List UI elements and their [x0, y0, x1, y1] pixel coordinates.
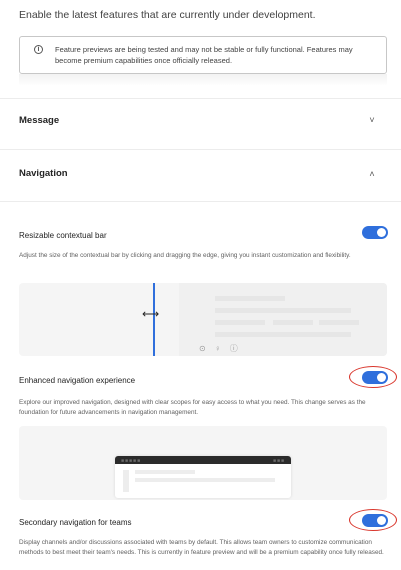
placeholder-rail — [123, 470, 129, 492]
notice-separator — [19, 74, 387, 86]
setting-title-enhanced-navigation: Enhanced navigation experience — [19, 376, 136, 385]
placeholder-line — [215, 296, 285, 301]
toggle-knob — [377, 228, 386, 237]
enhanced-navigation-preview: ■■■■■ ■■■ — [19, 426, 387, 500]
setting-description: Display channels and/or discussions asso… — [19, 539, 384, 556]
section-title: Navigation — [19, 168, 68, 179]
setting-title-resizable-bar: Resizable contextual bar — [19, 231, 107, 240]
chevron-down-icon: ˅ — [369, 115, 375, 125]
chevron-up-icon: ˄ — [369, 169, 375, 179]
preview-dots: ■■■ — [272, 458, 285, 464]
resizable-bar-preview: ⟷ ⊙♀ⓘ — [19, 283, 387, 356]
section-title: Message — [19, 115, 60, 126]
placeholder-line — [215, 320, 265, 325]
notice-text: Feature previews are being tested and ma… — [55, 45, 353, 65]
resizable-bar-toggle[interactable] — [362, 226, 388, 239]
preview-title-bar: ■■■■■ ■■■ — [115, 456, 291, 464]
placeholder-line — [215, 332, 351, 337]
divider — [0, 149, 401, 150]
annotation-circle — [349, 366, 397, 388]
setting-description: Adjust the size of the contextual bar by… — [19, 252, 351, 259]
info-icon: i — [34, 45, 43, 54]
placeholder-line — [273, 320, 313, 325]
preview-icons: ⊙♀ⓘ — [199, 344, 247, 353]
preview-dots: ■■■■■ — [121, 458, 142, 464]
annotation-circle — [349, 509, 397, 531]
placeholder-line — [319, 320, 359, 325]
resize-arrow-icon: ⟷ — [142, 307, 160, 321]
feature-preview-notice: i Feature previews are being tested and … — [19, 36, 387, 74]
section-navigation-header[interactable]: Navigation ˄ — [0, 152, 401, 196]
placeholder-line — [135, 470, 195, 474]
preview-window: ■■■■■ ■■■ — [115, 456, 291, 498]
placeholder-line — [135, 478, 275, 482]
setting-title-secondary-navigation: Secondary navigation for teams — [19, 518, 132, 527]
page-intro: Enable the latest features that are curr… — [19, 9, 316, 21]
section-message-header[interactable]: Message ˅ — [0, 99, 401, 143]
divider — [0, 201, 401, 202]
placeholder-line — [215, 308, 351, 313]
setting-description: Explore our improved navigation, designe… — [19, 399, 366, 416]
